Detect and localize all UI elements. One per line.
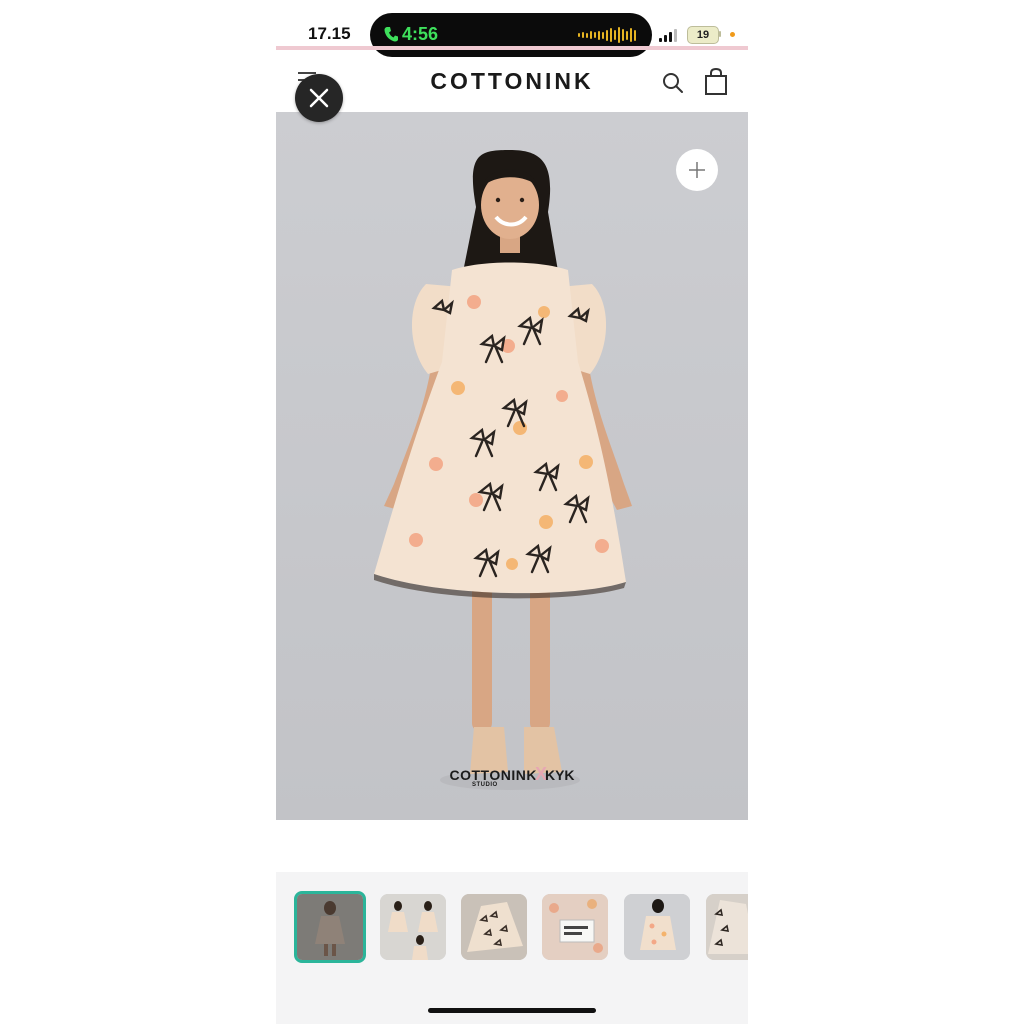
collab-logo: COTTONINKXKYK xyxy=(276,764,748,785)
add-button[interactable] xyxy=(676,149,718,191)
collab-logo-sub: STUDIO xyxy=(472,782,498,788)
thumbnail-image xyxy=(706,894,748,960)
bag-icon[interactable] xyxy=(704,68,728,96)
pink-divider xyxy=(276,46,748,50)
battery-tip xyxy=(719,31,721,37)
thumbnail-image xyxy=(542,894,608,960)
thumbnail-item[interactable] xyxy=(624,894,690,960)
active-call-pill[interactable]: 4:56 xyxy=(370,13,652,57)
thumbnail-image xyxy=(380,894,446,960)
thumbnail-item[interactable] xyxy=(380,894,446,960)
thumbnail-item[interactable] xyxy=(461,894,527,960)
thumbnail-strip xyxy=(276,872,748,1024)
thumbnail-item[interactable] xyxy=(706,894,748,960)
search-icon[interactable] xyxy=(662,72,684,94)
close-icon xyxy=(309,88,329,108)
call-timer: 4:56 xyxy=(402,24,439,44)
signal-icon xyxy=(659,29,677,42)
close-button[interactable] xyxy=(295,74,343,122)
waveform-icon xyxy=(578,27,636,43)
thumbnail-image xyxy=(297,894,363,960)
home-indicator[interactable] xyxy=(428,1008,596,1013)
thumbnail-item[interactable] xyxy=(542,894,608,960)
status-time: 17.15 xyxy=(308,24,351,43)
phone-screen: 17.15 4:56 19 COTTONINK COTTONINKXKYK ST… xyxy=(276,0,748,1024)
phone-icon xyxy=(384,27,398,42)
collab-logo-right: KYK xyxy=(544,767,575,783)
privacy-indicator-dot xyxy=(730,32,735,37)
model-photo xyxy=(374,150,632,790)
thumbnail-image xyxy=(461,894,527,960)
thumbnail-image xyxy=(624,894,690,960)
thumbnail-item[interactable] xyxy=(294,891,366,963)
product-image[interactable]: COTTONINKXKYK STUDIO xyxy=(276,112,748,820)
battery-icon: 19 xyxy=(687,26,719,44)
collab-logo-left: COTTONINK xyxy=(449,767,537,783)
plus-icon xyxy=(689,162,705,178)
